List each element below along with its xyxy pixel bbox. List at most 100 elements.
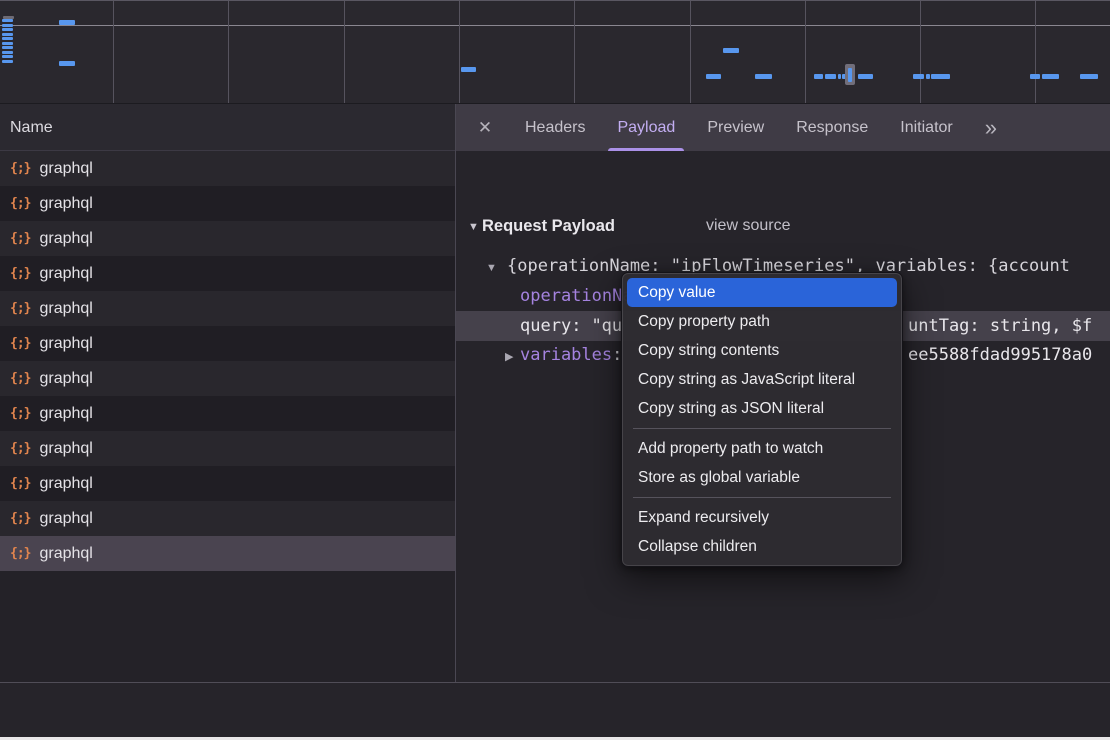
- overview-request-bar: [2, 28, 13, 31]
- menu-item-copy-string-contents[interactable]: Copy string contents: [627, 336, 897, 365]
- tab-response[interactable]: Response: [796, 104, 868, 151]
- network-request-row[interactable]: {;} graphql: [0, 291, 455, 326]
- overview-baseline: [0, 25, 1110, 26]
- summary-footer: [0, 682, 1110, 737]
- overview-gridline: [690, 1, 691, 103]
- view-source-link[interactable]: view source: [706, 209, 790, 243]
- request-payload-section[interactable]: ▼ Request Payload view source: [456, 209, 1110, 243]
- overview-request-bar: [1080, 74, 1098, 79]
- menu-item-copy-value[interactable]: Copy value: [627, 278, 897, 307]
- panel-divider[interactable]: [455, 104, 456, 737]
- overview-gridline: [344, 1, 345, 103]
- overview-gridline: [574, 1, 575, 103]
- request-list-panel: Name {;}graphql{;}graphql{;}graphql{;}gr…: [0, 104, 455, 682]
- more-tabs-icon[interactable]: »: [985, 104, 994, 151]
- menu-item-store-as-global-variable[interactable]: Store as global variable: [627, 463, 897, 492]
- json-request-icon: {;}: [10, 406, 30, 421]
- overview-gridline: [805, 1, 806, 103]
- overview-request-bar: [1030, 74, 1040, 79]
- section-title: Request Payload: [482, 209, 615, 243]
- request-list: {;} graphql {;} graphql {;} graphql {;} graphql…: [0, 151, 455, 571]
- overview-request-bar: [913, 74, 924, 79]
- json-request-icon: {;}: [10, 196, 30, 211]
- json-request-icon: {;}: [10, 546, 30, 561]
- overview-request-bar: [59, 61, 75, 66]
- overview-request-bar: [2, 55, 13, 58]
- request-name: graphql: [39, 265, 92, 283]
- menu-item-expand-recursively[interactable]: Expand recursively: [627, 503, 897, 532]
- json-request-icon: {;}: [10, 511, 30, 526]
- root-expanded-icon[interactable]: ▼: [486, 253, 507, 282]
- network-request-row[interactable]: {;} graphql: [0, 361, 455, 396]
- request-name: graphql: [39, 160, 92, 178]
- overview-request-bar: [2, 24, 13, 27]
- request-name: graphql: [39, 230, 92, 248]
- menu-separator: [633, 428, 891, 429]
- network-request-row[interactable]: {;} graphql: [0, 501, 455, 536]
- request-name: graphql: [39, 510, 92, 528]
- request-name: graphql: [39, 545, 92, 563]
- request-name: graphql: [39, 335, 92, 353]
- overview-gridline: [228, 1, 229, 103]
- json-request-icon: {;}: [10, 231, 30, 246]
- overview-request-bar: [2, 51, 13, 54]
- overview-request-bar: [825, 74, 836, 79]
- overview-request-bar: [2, 42, 13, 45]
- context-menu: Copy valueCopy property pathCopy string …: [621, 272, 903, 567]
- overview-request-bar: [2, 46, 13, 49]
- request-name: graphql: [39, 300, 92, 318]
- overview-request-bar: [2, 33, 13, 36]
- overview-request-bar: [2, 60, 13, 63]
- network-request-row[interactable]: {;}graphql: [0, 396, 455, 431]
- request-name: graphql: [39, 475, 92, 493]
- property-key: variables: [520, 345, 622, 365]
- network-request-row[interactable]: {;}graphql: [0, 186, 455, 221]
- json-request-icon: {;}: [10, 301, 30, 316]
- request-name: graphql: [39, 370, 92, 388]
- json-request-icon: {;}: [10, 476, 30, 491]
- overview-request-bar: [723, 48, 739, 53]
- overview-request-bar: [931, 74, 950, 79]
- tab-payload[interactable]: Payload: [617, 104, 675, 151]
- menu-item-copy-string-as-json-literal[interactable]: Copy string as JSON literal: [627, 394, 897, 423]
- property-value-continued: ee5588fdad995178a0: [908, 341, 1092, 370]
- network-request-row[interactable]: {;} graphql: [0, 221, 455, 256]
- row-collapsed-icon[interactable]: ▶: [505, 343, 520, 370]
- network-request-row[interactable]: {;} graphql: [0, 536, 455, 571]
- json-request-icon: {;}: [10, 441, 30, 456]
- property-value-start: "qu: [591, 316, 622, 336]
- overview-gridline: [459, 1, 460, 103]
- overview-request-bar: [2, 37, 13, 40]
- menu-item-copy-property-path[interactable]: Copy property path: [627, 307, 897, 336]
- json-request-icon: {;}: [10, 371, 30, 386]
- tab-initiator[interactable]: Initiator: [900, 104, 952, 151]
- close-icon[interactable]: ✕: [477, 118, 493, 138]
- overview-gridline: [920, 1, 921, 103]
- column-header-name[interactable]: Name: [0, 104, 455, 151]
- overview-gridline: [1035, 1, 1036, 103]
- tab-headers[interactable]: Headers: [525, 104, 585, 151]
- request-name: graphql: [39, 440, 92, 458]
- section-expanded-icon[interactable]: ▼: [468, 210, 479, 244]
- overview-request-bar: [838, 74, 841, 79]
- network-request-row[interactable]: {;}graphql: [0, 326, 455, 361]
- json-request-icon: {;}: [10, 161, 30, 176]
- overview-gridline: [113, 1, 114, 103]
- network-request-row[interactable]: {;} graphql: [0, 256, 455, 291]
- tab-preview[interactable]: Preview: [707, 104, 764, 151]
- overview-request-bar: [755, 74, 772, 79]
- details-tabbar: ✕ Headers Payload Preview Response Initiator…: [456, 104, 1110, 151]
- menu-item-collapse-children[interactable]: Collapse children: [627, 532, 897, 561]
- overview-request-bar: [2, 19, 13, 22]
- network-request-row[interactable]: {;} graphql: [0, 466, 455, 501]
- network-request-row[interactable]: {;} graphql: [0, 151, 455, 186]
- overview-request-bar: [59, 20, 75, 25]
- overview-request-bar: [461, 67, 476, 72]
- network-request-row[interactable]: {;} graphql: [0, 431, 455, 466]
- json-request-icon: {;}: [10, 266, 30, 281]
- menu-separator: [633, 497, 891, 498]
- network-overview-timeline[interactable]: [0, 0, 1110, 104]
- menu-item-copy-string-as-javascript-literal[interactable]: Copy string as JavaScript literal: [627, 365, 897, 394]
- menu-item-add-property-path-to-watch[interactable]: Add property path to watch: [627, 434, 897, 463]
- devtools-network-panel: Name {;}graphql{;}graphql{;}graphql{;}gr…: [0, 0, 1110, 740]
